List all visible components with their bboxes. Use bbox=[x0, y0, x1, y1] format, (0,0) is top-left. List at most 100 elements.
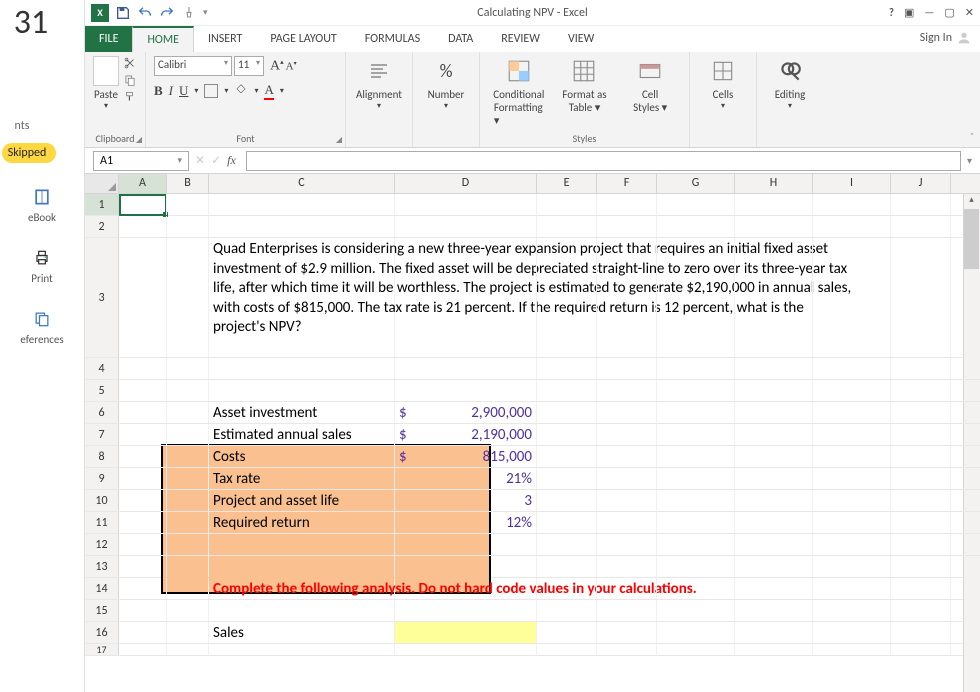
cell-d16[interactable] bbox=[395, 622, 537, 643]
row-header-14[interactable]: 14 bbox=[85, 578, 119, 599]
cell-e4[interactable] bbox=[537, 358, 597, 379]
cell-f14[interactable] bbox=[597, 578, 657, 599]
cell-a9[interactable] bbox=[119, 468, 167, 489]
cell-h2[interactable] bbox=[735, 216, 813, 237]
cell-f4[interactable] bbox=[597, 358, 657, 379]
row-header-7[interactable]: 7 bbox=[85, 424, 119, 445]
cell-h15[interactable] bbox=[735, 600, 813, 621]
row-header-2[interactable]: 2 bbox=[85, 216, 119, 237]
cell-d6[interactable]: $2,900,000 bbox=[395, 402, 537, 423]
cell-b8[interactable] bbox=[167, 446, 209, 467]
clipboard-launcher-icon[interactable]: ◢ bbox=[136, 135, 142, 145]
cell-a17[interactable] bbox=[119, 644, 167, 655]
cell-d17[interactable] bbox=[395, 644, 537, 655]
cell-c4[interactable] bbox=[209, 358, 395, 379]
number-button[interactable]: % Number▾ bbox=[421, 56, 471, 111]
sidebar-item-ebook[interactable]: eBook bbox=[28, 187, 56, 224]
cell-g17[interactable] bbox=[657, 644, 735, 655]
row-header-4[interactable]: 4 bbox=[85, 358, 119, 379]
cell-a15[interactable] bbox=[119, 600, 167, 621]
cell-i11[interactable] bbox=[813, 512, 891, 533]
cell-e1[interactable] bbox=[537, 194, 597, 215]
col-header-i[interactable]: I bbox=[813, 174, 891, 193]
bold-button[interactable]: B bbox=[154, 83, 163, 99]
copy-icon[interactable] bbox=[123, 73, 137, 87]
cell-c10[interactable]: Project and asset life bbox=[209, 490, 395, 511]
cell-b10[interactable] bbox=[167, 490, 209, 511]
cell-j15[interactable] bbox=[891, 600, 951, 621]
cell-a5[interactable] bbox=[119, 380, 167, 401]
cell-f7[interactable] bbox=[597, 424, 657, 445]
sidebar-item-print[interactable]: Print bbox=[31, 248, 52, 285]
cell-b13[interactable] bbox=[167, 556, 209, 577]
close-button[interactable]: ✕ bbox=[965, 6, 974, 19]
cell-h8[interactable] bbox=[735, 446, 813, 467]
cell-g4[interactable] bbox=[657, 358, 735, 379]
increase-font-icon[interactable]: A▴ bbox=[270, 57, 284, 75]
cell-g6[interactable] bbox=[657, 402, 735, 423]
cell-f15[interactable] bbox=[597, 600, 657, 621]
cell-f5[interactable] bbox=[597, 380, 657, 401]
cell-b11[interactable] bbox=[167, 512, 209, 533]
cell-d12[interactable] bbox=[395, 534, 537, 555]
cell-a8[interactable] bbox=[119, 446, 167, 467]
format-as-table-button[interactable]: Format as Table ▾ bbox=[559, 56, 609, 114]
row-header-10[interactable]: 10 bbox=[85, 490, 119, 511]
cell-h12[interactable] bbox=[735, 534, 813, 555]
cell-f6[interactable] bbox=[597, 402, 657, 423]
cell-e6[interactable] bbox=[537, 402, 597, 423]
cell-f3[interactable] bbox=[597, 238, 657, 357]
conditional-formatting-button[interactable]: Conditional Formatting ▾ bbox=[494, 56, 544, 127]
col-header-b[interactable]: B bbox=[167, 174, 209, 193]
col-header-a[interactable]: A bbox=[119, 174, 167, 193]
cell-d2[interactable] bbox=[395, 216, 537, 237]
fx-icon[interactable]: fx bbox=[227, 153, 236, 168]
cell-b12[interactable] bbox=[167, 534, 209, 555]
cell-e3[interactable] bbox=[537, 238, 597, 357]
cell-c6[interactable]: Asset investment bbox=[209, 402, 395, 423]
cell-e14[interactable] bbox=[537, 578, 597, 599]
help-button[interactable]: ? bbox=[889, 6, 894, 19]
cell-i15[interactable] bbox=[813, 600, 891, 621]
cell-h9[interactable] bbox=[735, 468, 813, 489]
cell-b3[interactable] bbox=[167, 238, 209, 357]
skipped-badge[interactable]: Skipped bbox=[2, 143, 57, 163]
cell-c11[interactable]: Required return bbox=[209, 512, 395, 533]
cell-f17[interactable] bbox=[597, 644, 657, 655]
scroll-up-icon[interactable]: ▴ bbox=[964, 194, 979, 209]
tab-page-layout[interactable]: PAGE LAYOUT bbox=[256, 26, 350, 52]
cell-d13[interactable] bbox=[395, 556, 537, 577]
cell-c7[interactable]: Estimated annual sales bbox=[209, 424, 395, 445]
row-header-13[interactable]: 13 bbox=[85, 556, 119, 577]
cell-e11[interactable] bbox=[537, 512, 597, 533]
cell-e15[interactable] bbox=[537, 600, 597, 621]
tab-home[interactable]: HOME bbox=[132, 26, 194, 52]
cell-f10[interactable] bbox=[597, 490, 657, 511]
cell-i9[interactable] bbox=[813, 468, 891, 489]
row-header-12[interactable]: 12 bbox=[85, 534, 119, 555]
tab-insert[interactable]: INSERT bbox=[194, 26, 256, 52]
col-header-j[interactable]: J bbox=[891, 174, 951, 193]
cell-g2[interactable] bbox=[657, 216, 735, 237]
font-color-button[interactable]: A bbox=[264, 82, 273, 100]
cell-i13[interactable] bbox=[813, 556, 891, 577]
italic-button[interactable]: I bbox=[169, 83, 173, 99]
cell-i4[interactable] bbox=[813, 358, 891, 379]
cell-i7[interactable] bbox=[813, 424, 891, 445]
cell-i14[interactable] bbox=[813, 578, 891, 599]
cell-c9[interactable]: Tax rate bbox=[209, 468, 395, 489]
cell-j6[interactable] bbox=[891, 402, 951, 423]
tab-review[interactable]: REVIEW bbox=[487, 26, 554, 52]
cell-j12[interactable] bbox=[891, 534, 951, 555]
cell-styles-button[interactable]: Cell Styles ▾ bbox=[625, 56, 675, 114]
cell-f16[interactable] bbox=[597, 622, 657, 643]
cell-e16[interactable] bbox=[537, 622, 597, 643]
cell-g1[interactable] bbox=[657, 194, 735, 215]
cell-i10[interactable] bbox=[813, 490, 891, 511]
cell-c3[interactable]: Quad Enterprises is considering a new th… bbox=[209, 238, 395, 357]
cell-f9[interactable] bbox=[597, 468, 657, 489]
cell-c15[interactable] bbox=[209, 600, 395, 621]
cell-e9[interactable] bbox=[537, 468, 597, 489]
cell-c16[interactable]: Sales bbox=[209, 622, 395, 643]
cell-b16[interactable] bbox=[167, 622, 209, 643]
